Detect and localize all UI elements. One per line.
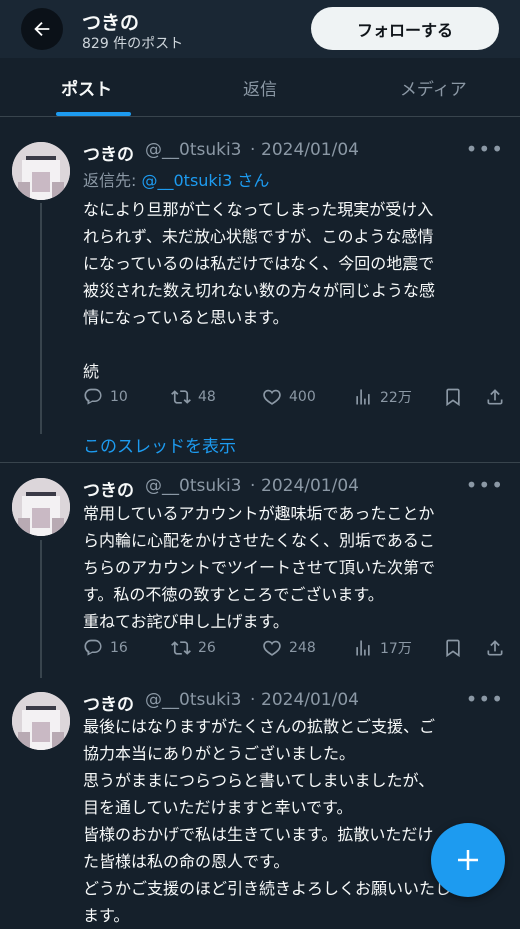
views-icon: [356, 389, 370, 405]
more-dots-icon[interactable]: •••: [466, 687, 504, 711]
share-button[interactable]: [485, 384, 505, 410]
author-handle[interactable]: @__0tsuki3: [145, 690, 242, 710]
reply-suffix[interactable]: さん: [232, 171, 269, 190]
reply-count: 16: [110, 640, 128, 656]
post-item[interactable]: つきの @__0tsuki3 · 2024/01/04 ••• 常用しているアカ…: [0, 463, 520, 678]
author-handle[interactable]: @__0tsuki3: [145, 140, 242, 160]
bookmark-button[interactable]: [443, 635, 463, 661]
author-name[interactable]: つきの: [83, 690, 134, 715]
repost-icon: [171, 641, 191, 655]
more-dots-icon[interactable]: •••: [466, 473, 504, 497]
back-button[interactable]: [21, 8, 63, 50]
bookmark-icon: [446, 388, 460, 407]
reply-count: 10: [110, 389, 128, 405]
reply-button[interactable]: 10: [83, 384, 128, 410]
repost-count: 26: [198, 640, 216, 656]
reply-icon: [84, 639, 102, 656]
repost-button[interactable]: 26: [171, 635, 216, 661]
post-text: 最後にはなりますがたくさんの拡散とご支援、ご 協力本当にありがとうございました。…: [83, 717, 452, 925]
avatar[interactable]: [12, 478, 70, 536]
author-name[interactable]: つきの: [83, 140, 134, 165]
share-button[interactable]: [485, 635, 505, 661]
reply-to-handle[interactable]: @__0tsuki3: [141, 171, 232, 190]
post-text: なにより旦那が亡くなってしまった現実が受け入 れられず、未だ放心状態ですが、この…: [83, 200, 436, 381]
arrow-left-icon: [34, 21, 50, 37]
author-name[interactable]: つきの: [83, 476, 134, 501]
follow-button[interactable]: フォローする: [311, 7, 499, 50]
profile-tabs: ポスト 返信 メディア: [0, 58, 520, 117]
heart-icon: [263, 640, 281, 656]
post-item[interactable]: つきの @__0tsuki3 · 2024/01/04 ••• 最後にはなります…: [0, 678, 520, 929]
views-icon: [356, 640, 370, 656]
more-dots-icon[interactable]: •••: [466, 137, 504, 161]
views-button[interactable]: 17万: [353, 635, 412, 661]
post-item[interactable]: つきの @__0tsuki3 · 2024/01/04 ••• 返信先: @__…: [0, 117, 520, 454]
avatar[interactable]: [12, 142, 70, 200]
reply-prefix: 返信先:: [83, 171, 142, 190]
meta-separator: ·: [250, 690, 256, 710]
repost-button[interactable]: 48: [171, 384, 216, 410]
views-button[interactable]: 22万: [353, 384, 412, 410]
repost-icon: [171, 390, 191, 404]
bookmark-icon: [446, 639, 460, 658]
thread-line: [40, 540, 42, 678]
post-date[interactable]: 2024/01/04: [261, 140, 359, 160]
thread-line: [40, 203, 42, 434]
post-actions: 10 48 400 22万: [83, 384, 508, 410]
views-count: 17万: [380, 641, 412, 657]
reply-button[interactable]: 16: [83, 635, 128, 661]
like-count: 248: [289, 640, 316, 656]
plus-icon: [458, 850, 478, 870]
post-date[interactable]: 2024/01/04: [261, 690, 359, 710]
post-date[interactable]: 2024/01/04: [261, 476, 359, 496]
reply-icon: [84, 388, 102, 405]
like-button[interactable]: 400: [262, 384, 316, 410]
meta-separator: ·: [250, 140, 256, 160]
tab-replies[interactable]: 返信: [173, 58, 346, 116]
repost-count: 48: [198, 389, 216, 405]
tab-media[interactable]: メディア: [347, 58, 520, 116]
share-icon: [487, 389, 503, 405]
like-button[interactable]: 248: [262, 635, 316, 661]
share-icon: [487, 640, 503, 656]
top-header: つきの 829 件のポスト フォローする: [0, 0, 520, 58]
compose-button[interactable]: [431, 823, 505, 897]
post-count: 829 件のポスト: [82, 36, 184, 52]
bookmark-button[interactable]: [443, 384, 463, 410]
heart-icon: [263, 389, 281, 405]
avatar[interactable]: [12, 692, 70, 750]
meta-separator: ·: [250, 476, 256, 496]
post-text: 常用しているアカウントが趣味垢であったことか ら内輪に心配をかけさせたくなく、別…: [83, 504, 436, 631]
post-actions: 16 26 248 17万: [83, 635, 508, 661]
like-count: 400: [289, 389, 316, 405]
author-handle[interactable]: @__0tsuki3: [145, 476, 242, 496]
tab-posts[interactable]: ポスト: [0, 58, 173, 116]
views-count: 22万: [380, 390, 412, 406]
profile-name: つきの: [82, 12, 140, 34]
show-thread-link[interactable]: このスレッドを表示: [83, 432, 236, 457]
reply-to-line: 返信先: @__0tsuki3 さん: [83, 167, 269, 191]
